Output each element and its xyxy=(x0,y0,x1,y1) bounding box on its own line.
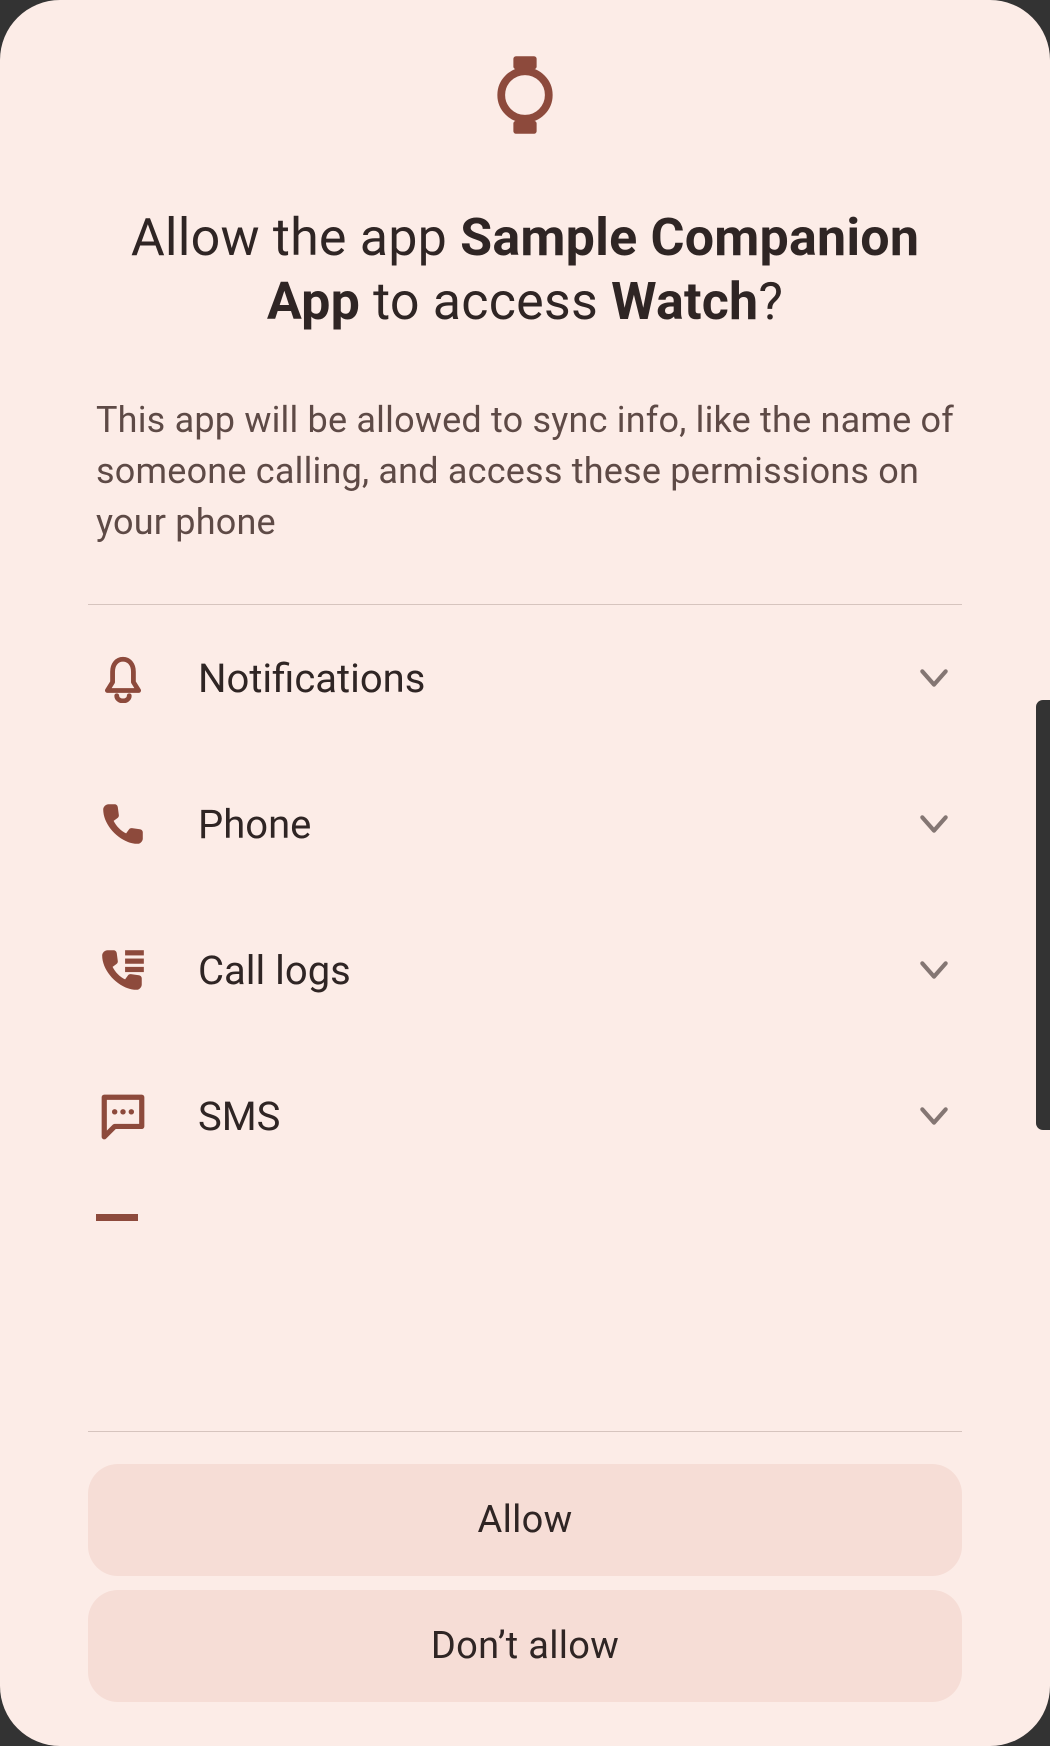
sms-icon xyxy=(96,1089,150,1143)
chevron-down-icon xyxy=(914,804,954,844)
allow-button[interactable]: Allow xyxy=(88,1464,962,1576)
dialog-title: Allow the app Sample Companion App to ac… xyxy=(88,206,962,335)
permission-item-sms[interactable]: SMS xyxy=(88,1043,962,1189)
permission-item-phone[interactable]: Phone xyxy=(88,751,962,897)
permission-item-call-logs[interactable]: Call logs xyxy=(88,897,962,1043)
chevron-down-icon xyxy=(914,1096,954,1136)
permission-label: Call logs xyxy=(198,947,914,994)
deny-button[interactable]: Don’t allow xyxy=(88,1590,962,1702)
title-prefix: Allow the app xyxy=(131,207,460,268)
phone-icon xyxy=(96,797,150,851)
bell-icon xyxy=(96,651,150,705)
title-suffix: ? xyxy=(758,271,783,332)
permission-item-clipped[interactable] xyxy=(88,1189,962,1221)
permission-list[interactable]: Notifications Phone xyxy=(88,605,962,1431)
call-log-icon xyxy=(96,943,150,997)
permission-label: Notifications xyxy=(198,655,914,702)
permission-dialog: Allow the app Sample Companion App to ac… xyxy=(0,0,1050,1746)
dialog-description: This app will be allowed to sync info, l… xyxy=(88,395,962,548)
watch-icon xyxy=(88,56,962,134)
scrollbar[interactable] xyxy=(1036,700,1050,1130)
chevron-down-icon xyxy=(914,658,954,698)
dialog-content: Allow the app Sample Companion App to ac… xyxy=(0,0,1050,1746)
permission-item-notifications[interactable]: Notifications xyxy=(88,605,962,751)
dialog-buttons: Allow Don’t allow xyxy=(88,1432,962,1746)
permission-label: Phone xyxy=(198,801,914,848)
title-middle: to access xyxy=(360,271,611,332)
title-target: Watch xyxy=(611,271,758,332)
permission-label: SMS xyxy=(198,1093,914,1140)
chevron-down-icon xyxy=(914,950,954,990)
